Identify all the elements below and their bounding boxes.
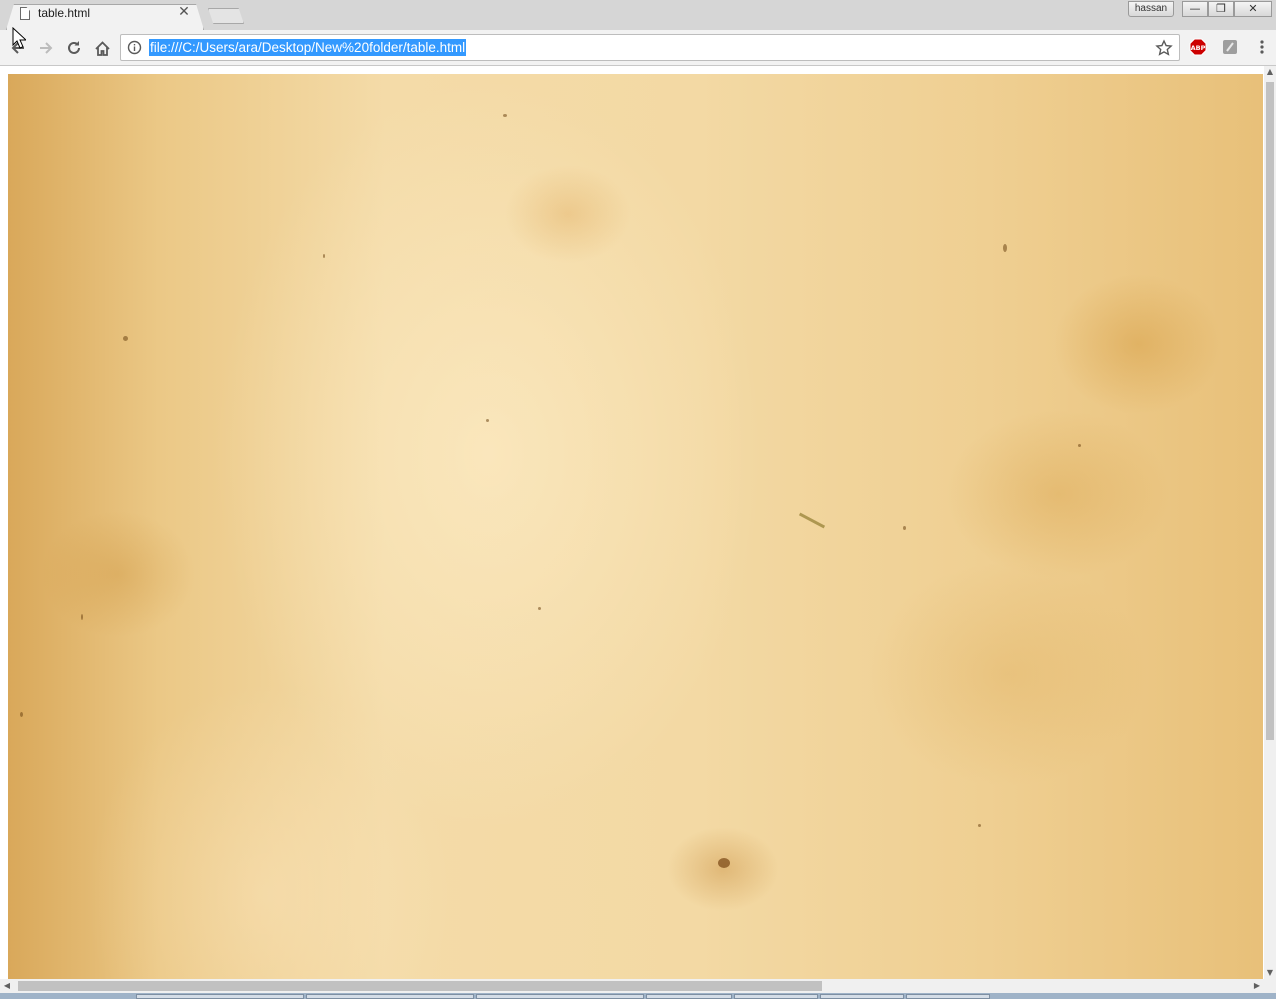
scroll-down-arrow-icon[interactable]: ▼ (1264, 967, 1276, 979)
parchment-background (8, 74, 1263, 979)
page-viewport (0, 66, 1276, 979)
taskbar-item[interactable] (906, 994, 990, 999)
reload-icon (68, 41, 80, 54)
texture-speck (20, 712, 23, 717)
home-icon (94, 40, 110, 56)
vertical-scrollbar[interactable]: ▲ ▼ (1264, 66, 1276, 979)
scroll-up-arrow-icon[interactable]: ▲ (1264, 66, 1276, 78)
info-icon[interactable] (127, 40, 142, 55)
minimize-button[interactable]: — (1182, 1, 1208, 17)
adblock-plus-icon: ABP (1189, 38, 1207, 56)
texture-speck (503, 114, 507, 117)
os-taskbar (0, 993, 1276, 999)
mouse-cursor-icon (12, 27, 26, 49)
forward-button[interactable] (34, 36, 58, 60)
extension-button[interactable] (1221, 38, 1239, 56)
horizontal-scroll-thumb[interactable] (18, 981, 822, 991)
bookmark-star-icon[interactable] (1155, 39, 1173, 57)
horizontal-scrollbar[interactable]: ◀ ▶ (0, 979, 1264, 993)
texture-speck (978, 824, 981, 827)
extension-icon (1223, 40, 1237, 54)
texture-speck (718, 858, 730, 868)
tab-title[interactable]: table.html (38, 6, 90, 20)
taskbar-item[interactable] (734, 994, 818, 999)
tab-strip: table.html ✕ hassan — ❐ ✕ (0, 0, 1276, 30)
texture-speck (1003, 244, 1007, 252)
adblock-plus-button[interactable]: ABP (1189, 38, 1207, 56)
vertical-scroll-thumb[interactable] (1266, 82, 1274, 740)
url-text[interactable]: file:///C:/Users/ara/Desktop/New%20folde… (149, 39, 467, 56)
texture-speck (1078, 444, 1081, 447)
profile-button[interactable]: hassan (1128, 1, 1174, 17)
texture-speck (903, 526, 906, 530)
taskbar-item[interactable] (820, 994, 904, 999)
address-bar[interactable]: file:///C:/Users/ara/Desktop/New%20folde… (120, 34, 1180, 61)
texture-speck (81, 614, 83, 620)
forward-arrow-icon (40, 42, 53, 54)
texture-speck (538, 607, 541, 610)
new-tab-button[interactable] (208, 8, 244, 24)
tab-close-icon[interactable]: ✕ (176, 4, 192, 20)
texture-fiber (798, 512, 826, 529)
scroll-right-arrow-icon[interactable]: ▶ (1250, 979, 1264, 993)
scroll-corner (1264, 979, 1276, 993)
menu-button[interactable] (1253, 38, 1271, 56)
taskbar-item[interactable] (476, 994, 644, 999)
restore-button[interactable]: ❐ (1208, 1, 1234, 17)
reload-button[interactable] (62, 36, 86, 60)
texture-speck (123, 336, 128, 341)
browser-toolbar: file:///C:/Users/ara/Desktop/New%20folde… (0, 30, 1276, 66)
adblock-label: ABP (1191, 44, 1206, 52)
taskbar-item[interactable] (136, 994, 304, 999)
kebab-menu-icon (1260, 40, 1264, 54)
texture-speck (486, 419, 489, 422)
scroll-left-arrow-icon[interactable]: ◀ (0, 979, 14, 993)
taskbar-item[interactable] (646, 994, 732, 999)
taskbar-item[interactable] (306, 994, 474, 999)
tab-active[interactable] (6, 4, 204, 30)
texture-speck (323, 254, 325, 258)
close-window-button[interactable]: ✕ (1234, 1, 1272, 17)
home-button[interactable] (90, 36, 114, 60)
